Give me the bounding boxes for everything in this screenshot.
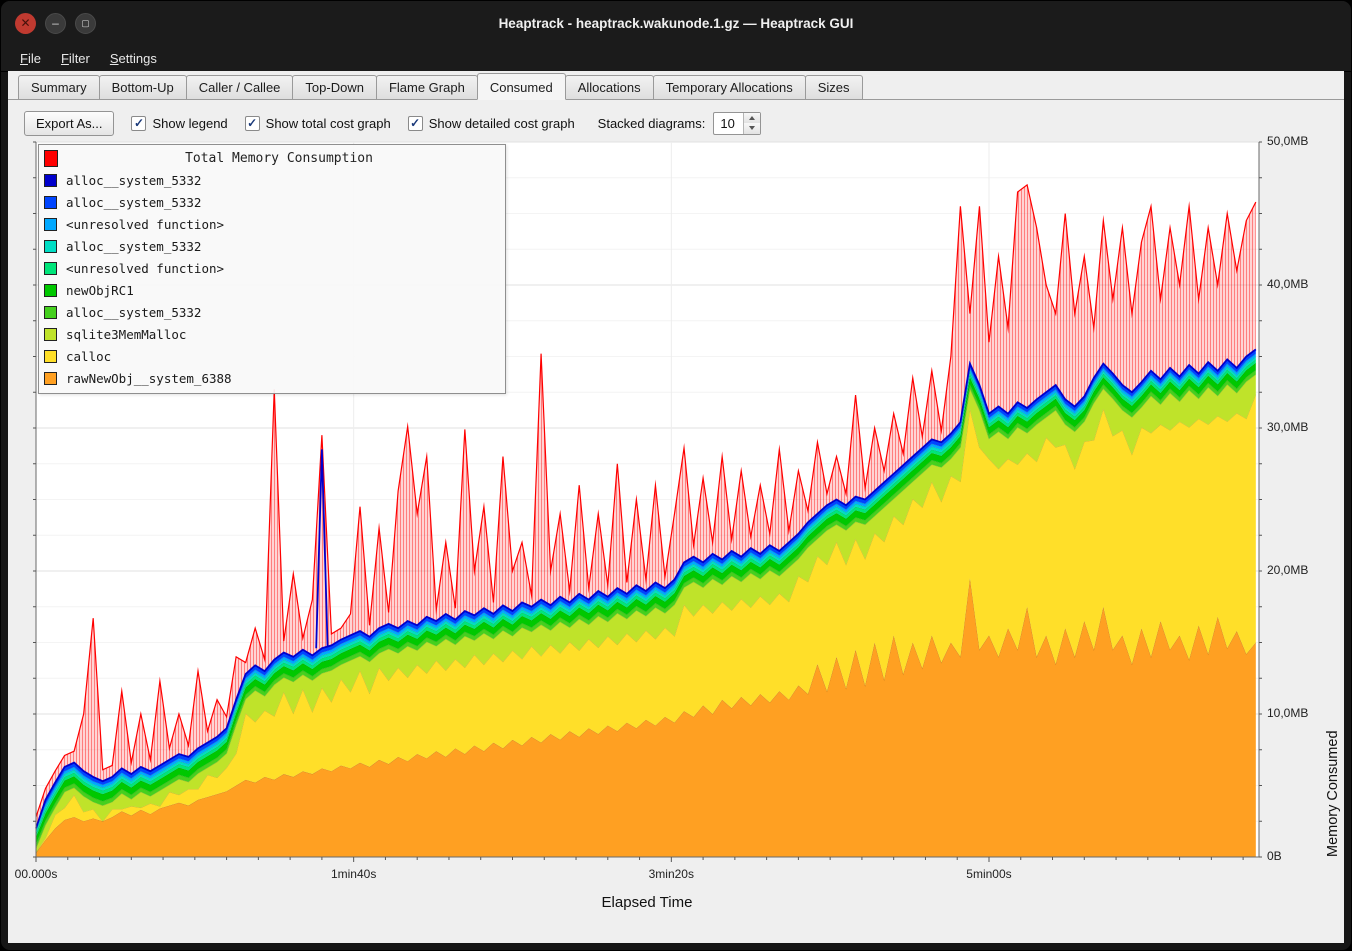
spin-up-icon[interactable]: [744, 113, 760, 124]
legend-item: rawNewObj__system_6388: [44, 367, 500, 389]
menu-settings[interactable]: Settings: [101, 48, 166, 69]
legend-swatch-icon: [44, 218, 57, 231]
checkbox-box-icon: ✓: [131, 116, 146, 131]
legend-item-label: <unresolved function>: [66, 261, 224, 276]
legend-item: alloc__system_5332: [44, 235, 500, 257]
legend-title: Total Memory Consumption: [58, 151, 500, 166]
toolbar: Export As... ✓ Show legend ✓ Show total cos…: [8, 100, 1344, 138]
checkbox-label: Show total cost graph: [266, 116, 391, 131]
x-tick-label: 1min40s: [309, 867, 399, 881]
stacked-diagrams-group: Stacked diagrams: 10: [598, 112, 762, 135]
tab-allocations[interactable]: Allocations: [565, 75, 654, 99]
legend-item: alloc__system_5332: [44, 169, 500, 191]
y-tick-label: 30,0MB: [1267, 420, 1308, 434]
legend-item: alloc__system_5332: [44, 191, 500, 213]
tab-consumed[interactable]: Consumed: [477, 73, 566, 100]
legend-item: sqlite3MemMalloc: [44, 323, 500, 345]
legend-item-label: alloc__system_5332: [66, 173, 201, 188]
x-tick-label: 00.000s: [8, 867, 81, 881]
y-tick-label: 10,0MB: [1267, 706, 1308, 720]
main-content: SummaryBottom-UpCaller / CalleeTop-DownF…: [8, 71, 1344, 943]
y-tick-label: 20,0MB: [1267, 563, 1308, 577]
legend-item: newObjRC1: [44, 279, 500, 301]
checkbox-show-legend[interactable]: ✓ Show legend: [131, 116, 227, 131]
menu-filter[interactable]: Filter: [52, 48, 99, 69]
stacked-diagrams-value: 10: [714, 113, 743, 134]
legend-title-row: Total Memory Consumption: [44, 147, 500, 169]
tab-flame-graph[interactable]: Flame Graph: [376, 75, 478, 99]
tab-top-down[interactable]: Top-Down: [292, 75, 377, 99]
spin-down-icon[interactable]: [744, 123, 760, 134]
x-axis-title: Elapsed Time: [547, 894, 747, 911]
legend-item-label: sqlite3MemMalloc: [66, 327, 186, 342]
tab-bottom-up[interactable]: Bottom-Up: [99, 75, 187, 99]
x-tick-label: 5min00s: [944, 867, 1034, 881]
legend-swatch-icon: [44, 284, 57, 297]
menubar: FileFilterSettings: [1, 45, 1351, 72]
spinbox-arrows: [743, 113, 760, 134]
total-consumption-swatch-icon: [44, 150, 58, 167]
app-window: ✕–▢ Heaptrack - heaptrack.wakunode.1.gz …: [0, 0, 1352, 951]
legend-swatch-icon: [44, 196, 57, 209]
legend-item: calloc: [44, 345, 500, 367]
legend-swatch-icon: [44, 174, 57, 187]
y-tick-label: 50,0MB: [1267, 134, 1308, 148]
legend-swatch-icon: [44, 306, 57, 319]
legend-swatch-icon: [44, 240, 57, 253]
legend-swatch-icon: [44, 262, 57, 275]
toolbar-checkboxes: ✓ Show legend ✓ Show total cost graph ✓ Show …: [131, 116, 574, 131]
legend-item-label: newObjRC1: [66, 283, 134, 298]
legend-item-label: alloc__system_5332: [66, 305, 201, 320]
window-title: Heaptrack - heaptrack.wakunode.1.gz — He…: [499, 16, 854, 31]
maximize-button[interactable]: ▢: [75, 13, 96, 34]
stacked-diagrams-spinbox[interactable]: 10: [713, 112, 761, 135]
legend: Total Memory Consumption alloc__system_5…: [38, 144, 506, 394]
close-button[interactable]: ✕: [15, 13, 36, 34]
checkbox-box-icon: ✓: [408, 116, 423, 131]
export-as-button[interactable]: Export As...: [24, 111, 114, 136]
legend-item-label: rawNewObj__system_6388: [66, 371, 232, 386]
checkbox-label: Show detailed cost graph: [429, 116, 575, 131]
menu-file[interactable]: File: [11, 48, 50, 69]
window-controls: ✕–▢: [15, 1, 96, 45]
tab-sizes[interactable]: Sizes: [805, 75, 863, 99]
tab-bar: SummaryBottom-UpCaller / CalleeTop-DownF…: [8, 71, 1344, 100]
stacked-diagrams-label: Stacked diagrams:: [598, 116, 706, 131]
tab-temporary-allocations[interactable]: Temporary Allocations: [653, 75, 806, 99]
legend-item-label: <unresolved function>: [66, 217, 224, 232]
tab-caller-callee[interactable]: Caller / Callee: [186, 75, 294, 99]
legend-swatch-icon: [44, 328, 57, 341]
legend-item: <unresolved function>: [44, 213, 500, 235]
checkbox-show-detailed-cost-graph[interactable]: ✓ Show detailed cost graph: [408, 116, 575, 131]
checkbox-box-icon: ✓: [245, 116, 260, 131]
legend-item-label: alloc__system_5332: [66, 195, 201, 210]
titlebar[interactable]: ✕–▢ Heaptrack - heaptrack.wakunode.1.gz …: [1, 1, 1351, 45]
legend-item-label: alloc__system_5332: [66, 239, 201, 254]
legend-swatch-icon: [44, 350, 57, 363]
legend-swatch-icon: [44, 372, 57, 385]
checkbox-show-total-cost-graph[interactable]: ✓ Show total cost graph: [245, 116, 391, 131]
y-tick-label: 40,0MB: [1267, 277, 1308, 291]
legend-item-label: calloc: [66, 349, 111, 364]
minimize-button[interactable]: –: [45, 13, 66, 34]
tab-summary[interactable]: Summary: [18, 75, 100, 99]
x-tick-label: 3min20s: [626, 867, 716, 881]
legend-rows: alloc__system_5332 alloc__system_5332 <unr…: [44, 169, 500, 389]
checkbox-label: Show legend: [152, 116, 227, 131]
legend-item: alloc__system_5332: [44, 301, 500, 323]
legend-item: <unresolved function>: [44, 257, 500, 279]
y-axis-title: Memory Consumed: [1325, 142, 1341, 857]
y-tick-label: 0B: [1267, 849, 1282, 863]
